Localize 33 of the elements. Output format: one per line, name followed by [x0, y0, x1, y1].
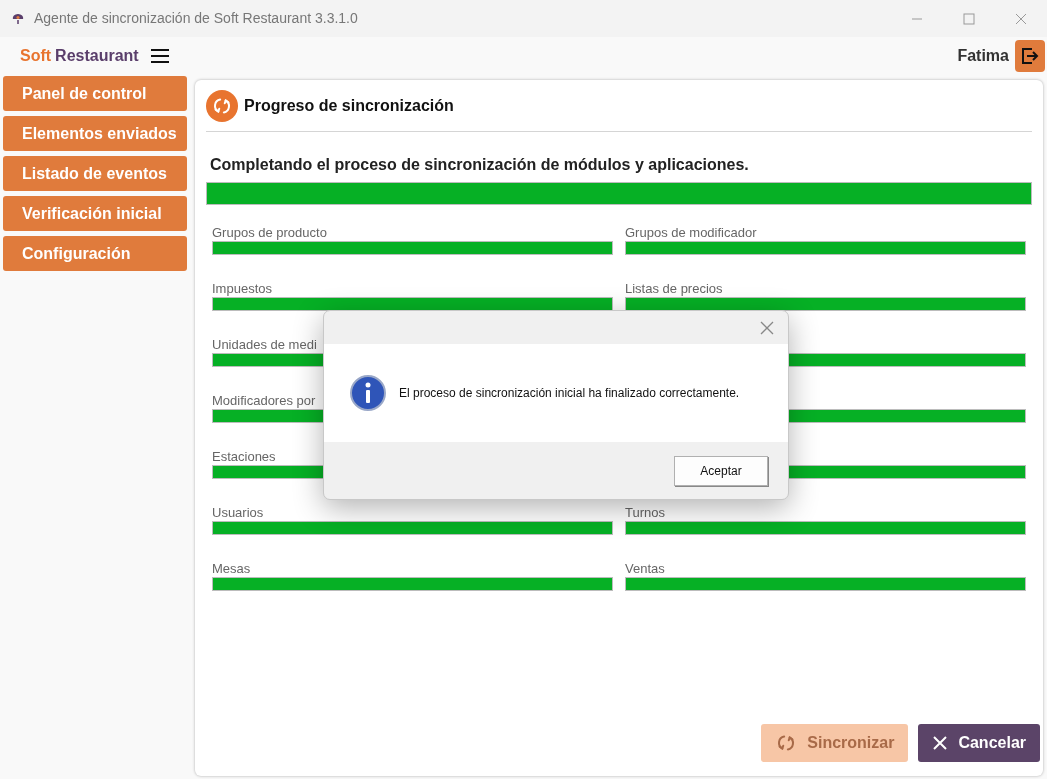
close-icon	[932, 735, 949, 751]
cancel-button[interactable]: Cancelar	[918, 724, 1040, 762]
module-label: Grupos de modificador	[625, 224, 757, 241]
app-logo: Soft Restaurant	[20, 46, 139, 66]
maximize-icon	[963, 12, 975, 25]
module-label: Mesas	[212, 560, 251, 577]
module-label: Listas de precios	[625, 280, 723, 297]
panel-title: Progreso de sincronización	[244, 95, 454, 116]
module-label: Impuestos	[212, 280, 272, 297]
dialog-close-button[interactable]	[760, 320, 774, 335]
logout-button[interactable]	[1015, 40, 1045, 72]
module-label: Turnos	[625, 504, 665, 521]
window-title: Agente de sincronización de Soft Restaurant 3.3.1.0	[34, 9, 358, 28]
user-name: Fatima	[957, 46, 1009, 66]
app-icon	[12, 12, 24, 25]
module-label: Usuarios	[212, 504, 264, 521]
menu-icon[interactable]	[150, 49, 169, 63]
close-icon	[1015, 12, 1027, 25]
info-icon	[350, 375, 386, 411]
module-label: Grupos de producto	[212, 224, 327, 241]
module-label: Ventas	[625, 560, 665, 577]
sidebar-item[interactable]: Configuración	[3, 236, 187, 271]
accept-button[interactable]: Aceptar	[674, 455, 768, 486]
module-label: Modificadores por	[212, 392, 316, 409]
sidebar-item[interactable]: Elementos enviados	[3, 116, 187, 151]
module-label: Unidades de medi	[212, 336, 317, 353]
dialog-message: El proceso de sincronización inicial ha finalizado correctamente.	[399, 385, 740, 402]
module-label: Estaciones	[212, 448, 276, 465]
status-text: Completando el proceso de sincronización de módulos y aplicaciones.	[210, 155, 750, 175]
sidebar-item[interactable]: Listado de eventos	[3, 156, 187, 191]
exit-icon	[1020, 46, 1040, 66]
sidebar-item[interactable]: Verificación inicial	[3, 196, 187, 231]
sidebar-item[interactable]: Panel de control	[3, 76, 187, 111]
